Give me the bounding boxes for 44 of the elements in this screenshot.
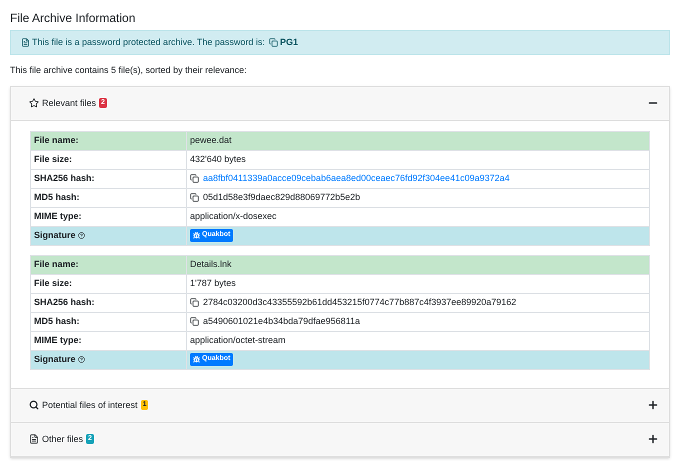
section-title: Potential files of interest [42, 398, 138, 412]
hash-link[interactable]: aa8fbf0411339a0acce09cebab6aea8ed00ceaec76fd92f304ee41c09a9372a4 [203, 172, 510, 186]
value-text: application/octet-stream [190, 334, 286, 347]
alert-text: This file is a password protected archive. The password is: [32, 36, 265, 49]
help-icon[interactable] [78, 356, 85, 363]
field-label: File name: [34, 258, 79, 271]
document-icon [29, 434, 39, 444]
page-title: File Archive Information [10, 10, 136, 26]
value-text: Details.lnk [190, 258, 232, 271]
field-label: SHA256 hash: [34, 296, 95, 309]
hash-text: 05d1d58e3f9daec829d88069772b5e2b [203, 190, 360, 204]
field-label: MIME type: [34, 334, 82, 347]
value-text: 432'640 bytes [190, 152, 246, 166]
copy-icon[interactable] [268, 38, 278, 47]
section-title: Relevant files [42, 96, 96, 110]
field-label: MIME type: [34, 210, 82, 223]
copy-icon[interactable] [190, 317, 199, 326]
document-icon [21, 38, 30, 47]
expand-icon[interactable] [647, 432, 659, 444]
value-text: application/x-dosexec [190, 210, 277, 223]
copy-icon[interactable] [190, 298, 199, 307]
password-text: PG1 [280, 36, 298, 49]
field-label: File size: [34, 152, 72, 166]
hash-text: 2784c03200d3c43355592b61dd453215f0774c77b887c4f3937ee89920a79162 [203, 296, 516, 309]
field-label: File size: [34, 276, 72, 290]
field-label: SHA256 hash: [34, 172, 95, 185]
summary-text: This file archive contains 5 file(s), sorted by their relevance: [10, 64, 248, 77]
field-label: Signature [34, 228, 76, 242]
copy-icon[interactable] [190, 193, 199, 202]
field-label: Signature [34, 352, 76, 366]
value-text: 1'787 bytes [190, 276, 236, 290]
star-icon [29, 98, 39, 108]
field-label: File name: [34, 134, 79, 147]
bug-icon [193, 356, 200, 363]
help-icon[interactable] [78, 232, 85, 239]
copy-icon[interactable] [190, 174, 199, 183]
section-title: Other files [42, 432, 84, 446]
search-icon [29, 400, 39, 410]
field-label: MD5 hash: [34, 314, 80, 328]
value-text: pewee.dat [190, 134, 232, 147]
expand-icon[interactable] [647, 398, 659, 410]
hash-text: a5490601021e4b34bda79dfae956811a [203, 314, 360, 328]
bug-icon [193, 232, 200, 239]
field-label: MD5 hash: [34, 190, 80, 204]
